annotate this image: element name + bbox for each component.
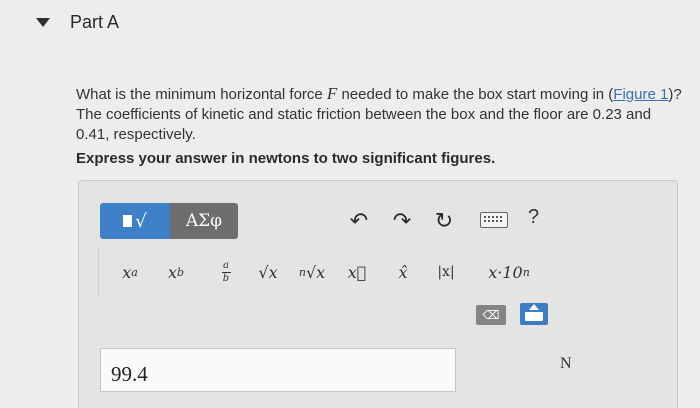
exponent-base: x <box>122 262 132 282</box>
exponent-template-button[interactable]: xa <box>110 258 150 286</box>
keyboard-icon[interactable] <box>480 212 508 228</box>
redo-icon[interactable]: ↷ <box>388 208 416 234</box>
nth-root-template-button[interactable]: n √x <box>294 258 330 286</box>
subscript-base: x <box>167 262 177 282</box>
templates-glyph: √ <box>135 210 147 232</box>
absolute-value-template-button[interactable]: |x| <box>428 258 464 286</box>
question-pre: What is the minimum horizontal force <box>76 86 327 103</box>
fraction-icon: a b <box>221 259 231 284</box>
help-button[interactable]: ? <box>528 206 539 229</box>
part-title: Part A <box>70 12 120 32</box>
question-text: What is the minimum horizontal force F n… <box>76 84 686 145</box>
figure-link[interactable]: Figure 1 <box>613 86 668 103</box>
collapse-triangle-icon[interactable] <box>36 18 50 27</box>
force-variable: F <box>326 84 338 103</box>
undo-icon[interactable]: ↶ <box>345 208 373 234</box>
question-mid: needed to make the box start moving in ( <box>337 86 614 103</box>
exponent-sup: a <box>131 265 138 279</box>
template-row-divider <box>98 248 99 296</box>
answer-input[interactable]: 99.4 <box>100 348 456 392</box>
nth-root-index: n <box>298 265 306 279</box>
answer-unit: N <box>560 355 572 372</box>
backspace-icon[interactable]: ⌫ <box>476 305 506 325</box>
nth-root-body: √x <box>305 262 326 282</box>
keyboard-toggle-icon[interactable] <box>520 303 548 325</box>
subscript-sub: b <box>176 265 185 279</box>
templates-icon <box>123 215 133 227</box>
fraction-template-button[interactable]: a b <box>212 258 240 286</box>
unit-vector-template-button[interactable]: x̂ <box>388 258 418 286</box>
sci-notation-base: x·10 <box>488 262 523 282</box>
subscript-template-button[interactable]: xb <box>158 258 194 286</box>
fraction-numerator: a <box>223 259 229 271</box>
fraction-denominator: b <box>222 272 230 284</box>
greek-symbols-button[interactable]: ΑΣφ <box>170 203 238 239</box>
reset-icon[interactable]: ↻ <box>430 208 458 234</box>
templates-button[interactable]: √ <box>100 203 170 239</box>
scientific-notation-template-button[interactable]: x·10 n <box>474 258 544 286</box>
sqrt-template-button[interactable]: √x <box>250 258 286 286</box>
sci-notation-sup: n <box>522 265 530 279</box>
answer-instruction: Express your answer in newtons to two si… <box>76 150 496 167</box>
vector-template-button[interactable]: x⃗ <box>342 258 372 286</box>
